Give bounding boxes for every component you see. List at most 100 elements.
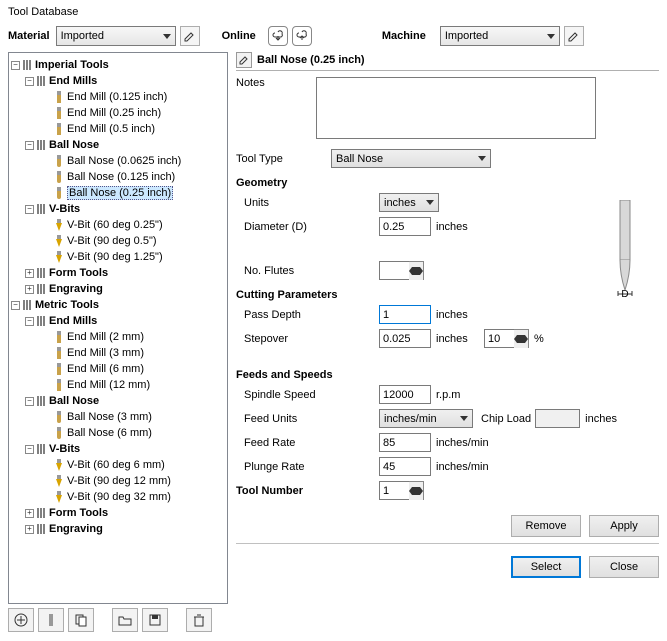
tree-item[interactable]: End Mill (6 mm) (67, 363, 144, 375)
tree-category[interactable]: End Mills (49, 75, 97, 87)
tree-toggle[interactable]: + (25, 509, 34, 518)
select-button[interactable]: Select (511, 556, 581, 578)
tool-number-input[interactable] (379, 481, 409, 500)
tree-item[interactable]: End Mill (3 mm) (67, 347, 144, 359)
tree-category[interactable]: Imperial Tools (35, 59, 109, 71)
apply-button[interactable]: Apply (589, 515, 659, 537)
machine-edit-button[interactable] (564, 26, 584, 46)
feed-rate-label: Feed Rate (244, 437, 379, 449)
delete-button[interactable] (186, 608, 212, 632)
save-button[interactable] (142, 608, 168, 632)
feed-rate-input[interactable] (379, 433, 431, 452)
material-edit-button[interactable] (180, 26, 200, 46)
machine-select[interactable]: Imported (440, 26, 560, 46)
feed-units-select[interactable]: inches/min (379, 409, 473, 428)
tree-item[interactable]: End Mill (0.5 inch) (67, 123, 155, 135)
close-button[interactable]: Close (589, 556, 659, 578)
tree-category[interactable]: Form Tools (49, 507, 108, 519)
chip-load-label: Chip Load (481, 413, 531, 425)
tool-name-edit-button[interactable] (236, 52, 252, 68)
endmill-icon (53, 363, 64, 375)
vbit-icon (53, 219, 64, 231)
tool-tree[interactable]: −Imperial Tools −End Mills End Mill (0.1… (8, 52, 228, 604)
tree-item[interactable]: V-Bit (90 deg 12 mm) (67, 475, 171, 487)
tree-item[interactable]: End Mill (12 mm) (67, 379, 150, 391)
diameter-input[interactable] (379, 217, 431, 236)
tree-toggle[interactable]: − (11, 61, 20, 70)
tree-toggle[interactable]: − (25, 141, 34, 150)
stepover-input[interactable] (379, 329, 431, 348)
units-select[interactable]: inches (379, 193, 439, 212)
tree-toggle[interactable]: − (25, 317, 34, 326)
tree-item[interactable]: End Mill (0.25 inch) (67, 107, 161, 119)
tree-category[interactable]: Engraving (49, 283, 103, 295)
tree-item[interactable]: Ball Nose (0.0625 inch) (67, 155, 181, 167)
tree-category[interactable]: Metric Tools (35, 299, 99, 311)
stepover-pct-spinner[interactable] (514, 329, 529, 348)
tree-toggle[interactable]: − (25, 445, 34, 454)
new-from-button[interactable] (38, 608, 64, 632)
tree-item-selected[interactable]: Ball Nose (0.25 inch) (67, 186, 173, 200)
tree-category[interactable]: V-Bits (49, 443, 80, 455)
category-icon (23, 300, 32, 310)
cloud-upload-button[interactable] (292, 26, 312, 46)
tree-item[interactable]: Ball Nose (3 mm) (67, 411, 152, 423)
save-icon (148, 613, 162, 627)
material-value: Imported (61, 30, 104, 42)
endmill-icon (53, 123, 64, 135)
category-icon (37, 396, 46, 406)
pass-depth-input[interactable] (379, 305, 431, 324)
tree-category[interactable]: End Mills (49, 315, 97, 327)
tree-toggle[interactable]: + (25, 285, 34, 294)
tree-toggle[interactable]: − (25, 77, 34, 86)
vbit-icon (53, 459, 64, 471)
tool-type-value: Ball Nose (336, 153, 383, 165)
tree-toggle[interactable]: − (11, 301, 20, 310)
tree-category[interactable]: Ball Nose (49, 139, 99, 151)
tree-item[interactable]: V-Bit (60 deg 0.25") (67, 219, 163, 231)
tool-number-label: Tool Number (236, 485, 379, 497)
category-icon (23, 60, 32, 70)
vbit-icon (53, 235, 64, 247)
tree-item[interactable]: V-Bit (90 deg 1.25") (67, 251, 163, 263)
arrow-up-icon (409, 482, 423, 491)
folder-open-icon (118, 613, 132, 627)
tree-item[interactable]: Ball Nose (6 mm) (67, 427, 152, 439)
notes-label: Notes (236, 77, 276, 89)
tree-category[interactable]: Ball Nose (49, 395, 99, 407)
category-icon (37, 268, 46, 278)
tree-category[interactable]: Engraving (49, 523, 103, 535)
remove-button[interactable]: Remove (511, 515, 581, 537)
new-tool-button[interactable] (8, 608, 34, 632)
tree-toggle[interactable]: + (25, 525, 34, 534)
tree-item[interactable]: V-Bit (60 deg 6 mm) (67, 459, 165, 471)
no-flutes-spinner[interactable] (409, 261, 424, 280)
tree-toggle[interactable]: − (25, 397, 34, 406)
chevron-down-icon (426, 200, 434, 205)
tree-item[interactable]: V-Bit (90 deg 0.5") (67, 235, 157, 247)
tool-title: Ball Nose (0.25 inch) (257, 54, 365, 66)
material-select[interactable]: Imported (56, 26, 176, 46)
no-flutes-input[interactable] (379, 261, 409, 280)
tree-toggle[interactable]: + (25, 269, 34, 278)
tree-item[interactable]: End Mill (2 mm) (67, 331, 144, 343)
tree-toggle[interactable]: − (25, 205, 34, 214)
tree-category[interactable]: V-Bits (49, 203, 80, 215)
cloud-download-button[interactable] (268, 26, 288, 46)
stepover-pct-input[interactable] (484, 329, 514, 348)
tree-item[interactable]: End Mill (0.125 inch) (67, 91, 167, 103)
tool-number-spinner[interactable] (409, 481, 424, 500)
spindle-input[interactable] (379, 385, 431, 404)
vbit-icon (53, 251, 64, 263)
stepover-label: Stepover (244, 333, 379, 345)
tree-item[interactable]: V-Bit (90 deg 32 mm) (67, 491, 171, 503)
tree-category[interactable]: Form Tools (49, 267, 108, 279)
edit-icon (239, 55, 249, 65)
tree-item[interactable]: Ball Nose (0.125 inch) (67, 171, 175, 183)
copy-button[interactable] (68, 608, 94, 632)
open-button[interactable] (112, 608, 138, 632)
plunge-rate-input[interactable] (379, 457, 431, 476)
tool-type-select[interactable]: Ball Nose (331, 149, 491, 168)
diameter-units: inches (436, 221, 468, 233)
notes-textarea[interactable] (316, 77, 596, 139)
